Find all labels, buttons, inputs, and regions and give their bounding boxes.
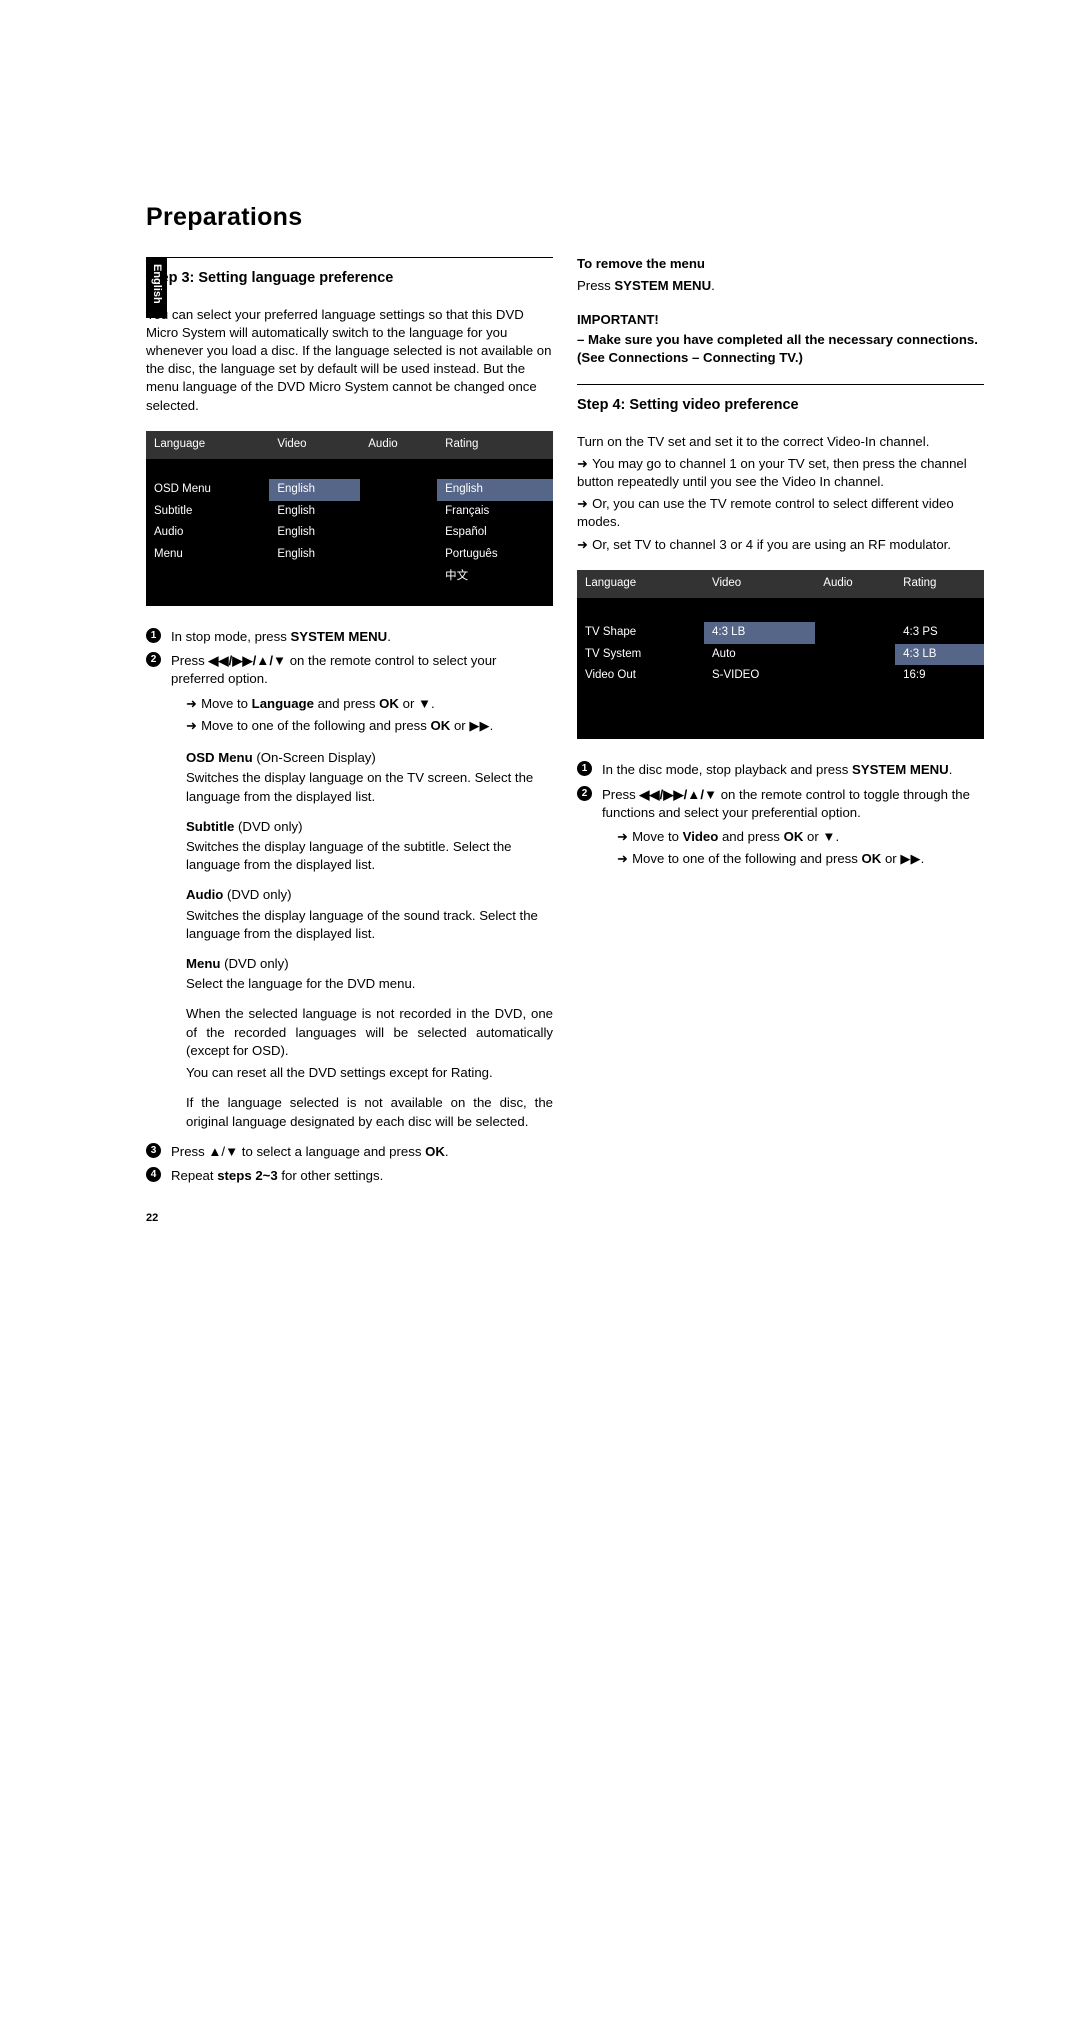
step4-heading: Step 4: Setting video preference — [577, 395, 984, 415]
arrow-icon: ➜ — [617, 851, 628, 866]
language-tab: English — [146, 258, 167, 318]
step-badge-3: 3 — [146, 1143, 161, 1158]
video-osd-screenshot: Language Video Audio Rating TV Shape4:3 … — [577, 570, 984, 739]
step3-intro: You can select your preferred language s… — [146, 306, 553, 415]
page-number: 22 — [146, 1211, 553, 1226]
important-heading: IMPORTANT! — [577, 312, 659, 327]
page-title: Preparations — [146, 200, 984, 235]
arrow-icon: ➜ — [186, 718, 197, 733]
step3-heading: Step 3: Setting language preference — [146, 268, 553, 288]
step-badge-4: 4 — [146, 1167, 161, 1182]
arrow-icon: ➜ — [577, 456, 588, 471]
language-osd-screenshot: Language Video Audio Rating OSD MenuEngl… — [146, 431, 553, 606]
arrow-icon: ➜ — [577, 496, 588, 511]
step-badge-1: 1 — [146, 628, 161, 643]
step-badge-2: 2 — [146, 652, 161, 667]
arrow-icon: ➜ — [617, 829, 628, 844]
arrow-icon: ➜ — [186, 696, 197, 711]
left-column: Step 3: Setting language preference You … — [146, 255, 553, 1227]
step-badge-2: 2 — [577, 786, 592, 801]
arrow-icon: ➜ — [577, 537, 588, 552]
important-body: – Make sure you have completed all the n… — [577, 332, 978, 365]
step-badge-1: 1 — [577, 761, 592, 776]
remove-menu-heading: To remove the menu — [577, 256, 705, 271]
right-column: To remove the menu Press SYSTEM MENU. IM… — [577, 255, 984, 1227]
